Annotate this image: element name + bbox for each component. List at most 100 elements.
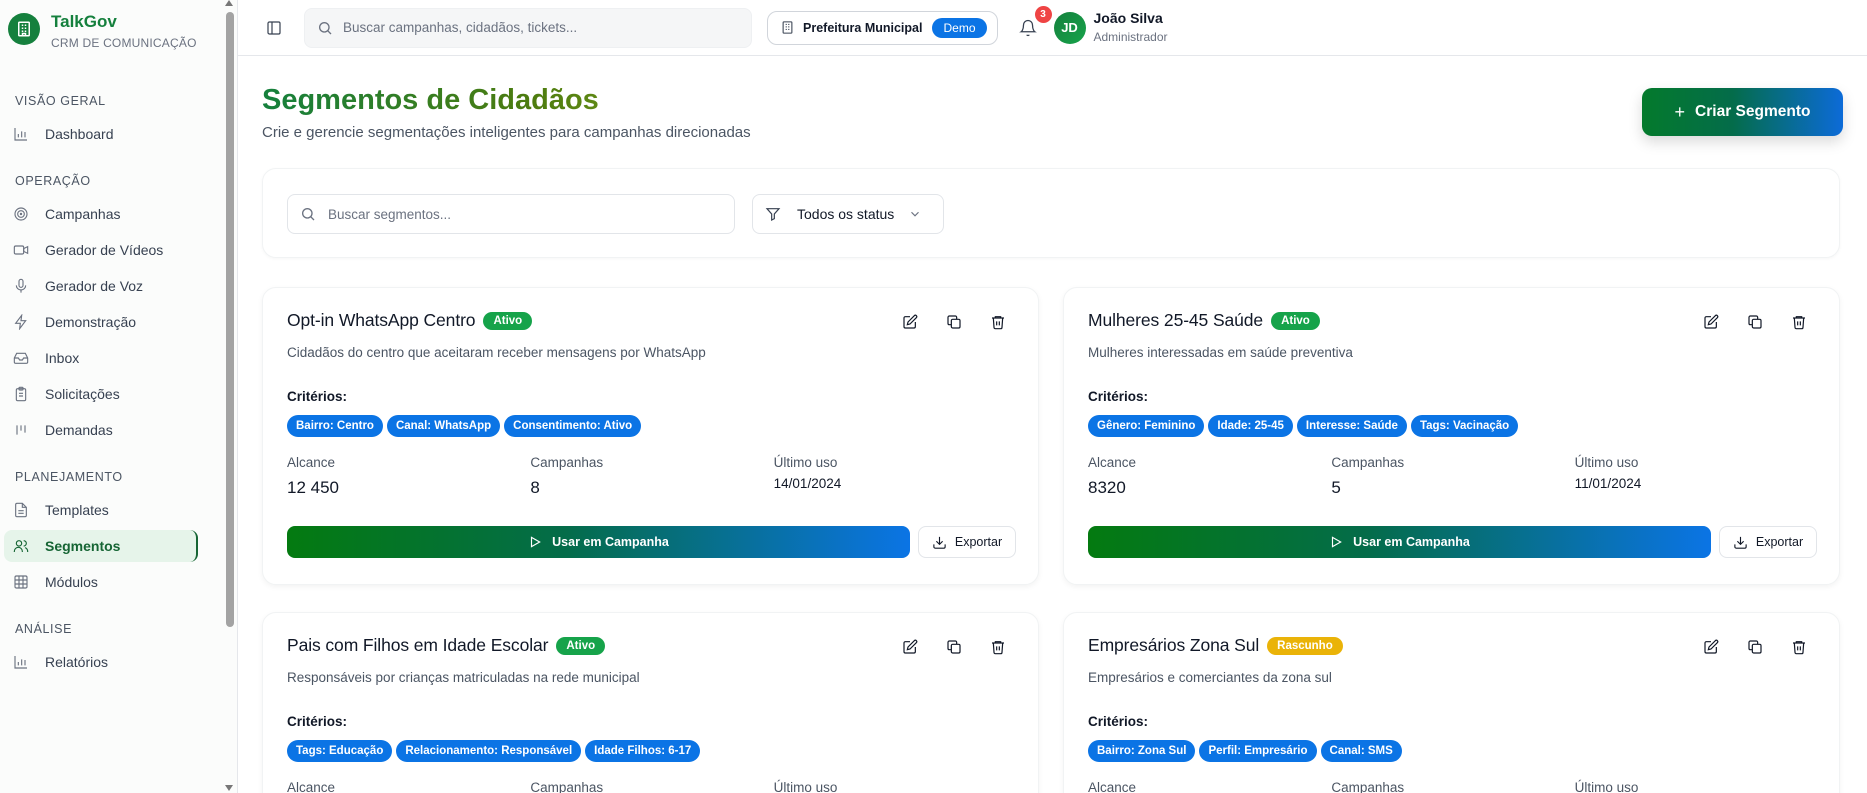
delete-button[interactable]	[990, 314, 1006, 330]
reach-label: Alcance	[1088, 780, 1137, 793]
trash-icon	[992, 641, 1004, 655]
nav-section-title: OPERAÇÃO	[15, 174, 91, 188]
search-icon	[302, 208, 315, 221]
criteria-tag: Interesse: Saúde	[1296, 415, 1407, 437]
delete-button[interactable]	[1791, 639, 1807, 655]
play-icon	[1332, 536, 1342, 548]
clipboard-icon	[15, 386, 27, 402]
last-use-label: Último uso	[773, 780, 838, 793]
sidebar-item-demonstracao[interactable]: Demonstração	[4, 306, 198, 338]
building-logo-icon	[8, 13, 40, 45]
sidebar-item-gerador-videos[interactable]: Gerador de Vídeos	[4, 234, 198, 266]
bell-icon	[1018, 19, 1037, 36]
sidebar-item-demandas[interactable]: Demandas	[4, 414, 198, 446]
sidebar-item-gerador-voz[interactable]: Gerador de Voz	[4, 270, 198, 302]
use-in-campaign-button[interactable]: Usar em Campanha	[1088, 526, 1711, 558]
nav-section-planejamento: PLANEJAMENTO Templates Segmentos Módulos	[0, 470, 237, 598]
segment-name: Pais com Filhos em Idade Escolar	[287, 635, 549, 655]
nav-section-title: PLANEJAMENTO	[15, 470, 123, 484]
segment-name: Opt-in WhatsApp Centro	[287, 310, 476, 330]
main-content: Prefeitura Municipal Demo 3 JD João Silv…	[238, 0, 1867, 793]
reach-label: Alcance	[287, 455, 336, 470]
delete-button[interactable]	[990, 639, 1006, 655]
sidebar-item-solicitacoes[interactable]: Solicitações	[4, 378, 198, 410]
user-menu[interactable]: JD João Silva Administrador	[1053, 10, 1168, 45]
last-use-value: 14/01/2024	[773, 476, 842, 491]
download-icon	[933, 536, 946, 549]
global-search-input[interactable]	[343, 20, 723, 35]
bar-chart-icon	[14, 656, 27, 669]
video-icon	[13, 245, 29, 255]
chevron-down-icon	[911, 211, 920, 217]
delete-button[interactable]	[1791, 314, 1807, 330]
reach-value: 8320	[1088, 478, 1126, 497]
filter-icon	[765, 208, 781, 221]
export-button[interactable]: Exportar	[1719, 526, 1817, 558]
sidebar-item-relatorios[interactable]: Relatórios	[4, 646, 198, 678]
mic-icon	[15, 278, 27, 293]
download-icon	[1734, 536, 1747, 549]
use-in-campaign-button[interactable]: Usar em Campanha	[287, 526, 910, 558]
global-search[interactable]	[304, 7, 752, 48]
criteria-tag: Tags: Educação	[287, 740, 393, 762]
export-button[interactable]: Exportar	[918, 526, 1016, 558]
segment-actions	[1675, 314, 1807, 330]
org-selector[interactable]: Prefeitura Municipal Demo	[767, 10, 998, 45]
scroll-down-arrow-icon[interactable]	[225, 785, 233, 791]
brand[interactable]: TalkGov CRM DE COMUNICAÇÃO	[0, 0, 237, 70]
sidebar-toggle-button[interactable]	[264, 18, 284, 38]
last-use-value: 11/01/2024	[1574, 476, 1642, 491]
sidebar-scrollbar[interactable]	[225, 0, 235, 793]
sidebar-item-campanhas[interactable]: Campanhas	[4, 198, 198, 230]
notifications-button[interactable]: 3	[1016, 5, 1052, 40]
segment-description: Empresários e comerciantes da zona sul	[1088, 670, 1332, 685]
edit-button[interactable]	[1703, 314, 1719, 330]
campaigns-label: Campanhas	[1331, 455, 1405, 470]
app-name: TalkGov	[51, 12, 117, 31]
criteria-tag: Perfil: Empresário	[1199, 740, 1317, 762]
sidebar-item-templates[interactable]: Templates	[4, 494, 198, 526]
create-segment-button[interactable]: + Criar Segmento	[1642, 88, 1843, 136]
duplicate-button[interactable]	[1747, 639, 1763, 655]
criteria-tag: Idade: 25-45	[1208, 415, 1293, 437]
segment-name: Empresários Zona Sul	[1088, 635, 1260, 655]
sidebar-item-label: Relatórios	[45, 654, 109, 670]
segment-card: Mulheres 25-45 Saúde Ativo Mulheres inte…	[1063, 287, 1840, 585]
nav-section-title: ANÁLISE	[15, 622, 73, 636]
segment-card: Pais com Filhos em Idade Escolar Ativo R…	[262, 612, 1039, 793]
sidebar-item-label: Solicitações	[45, 386, 120, 402]
edit-button[interactable]	[902, 314, 918, 330]
sidebar-item-segmentos[interactable]: Segmentos	[4, 530, 198, 562]
criteria-tag: Canal: WhatsApp	[386, 415, 501, 437]
status-filter-select[interactable]: Todos os status	[752, 194, 944, 234]
sidebar-item-modulos[interactable]: Módulos	[4, 566, 198, 598]
sidebar-item-inbox[interactable]: Inbox	[4, 342, 198, 374]
scroll-up-arrow-icon[interactable]	[225, 0, 233, 6]
trash-icon	[1793, 641, 1805, 655]
segment-description: Responsáveis por crianças matriculadas n…	[287, 670, 640, 685]
segment-stats: Alcance Campanhas Último uso	[1088, 780, 1818, 793]
scroll-thumb[interactable]	[226, 12, 234, 627]
sidebar-item-dashboard[interactable]: Dashboard	[4, 118, 198, 150]
page-title: Segmentos de Cidadãos	[262, 82, 751, 118]
sidebar-item-label: Inbox	[45, 350, 80, 366]
segment-search[interactable]	[287, 194, 735, 234]
segment-actions	[874, 639, 1006, 655]
duplicate-button[interactable]	[1747, 314, 1763, 330]
page-header: Segmentos de Cidadãos Crie e gerencie se…	[262, 82, 751, 141]
edit-button[interactable]	[902, 639, 918, 655]
segment-search-input[interactable]	[328, 206, 708, 222]
duplicate-button[interactable]	[946, 314, 962, 330]
segment-stats: Alcance Campanhas Último uso	[287, 780, 1017, 793]
user-name: João Silva	[1093, 10, 1163, 26]
panel-left-icon	[267, 20, 281, 35]
sidebar-item-label: Dashboard	[45, 126, 114, 142]
criteria-label: Critérios:	[287, 389, 348, 404]
export-label: Exportar	[1755, 535, 1804, 549]
sidebar-item-label: Demandas	[45, 422, 113, 438]
sidebar-item-label: Gerador de Voz	[45, 278, 144, 294]
env-badge: Demo	[932, 17, 987, 38]
edit-button[interactable]	[1703, 639, 1719, 655]
duplicate-button[interactable]	[946, 639, 962, 655]
status-badge: Rascunho	[1267, 636, 1343, 655]
